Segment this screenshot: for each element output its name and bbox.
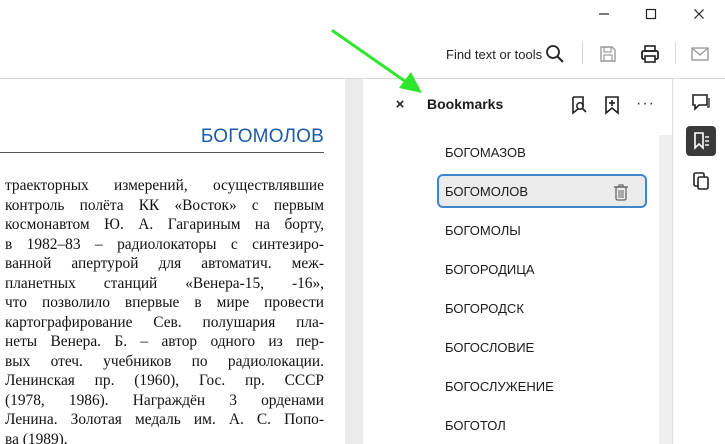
right-rail	[672, 79, 725, 444]
find-text-button[interactable]: Find text or tools	[446, 47, 542, 62]
article-text-line: контроль полёта КК «Восток» с первым	[5, 196, 324, 214]
bookmark-label: БОГОМОЛОВ	[445, 183, 529, 199]
bookmarks-panel: × Bookmarks ··· БОГОМАЗОВ БОГОМОЛОВ БОГОМО…	[363, 79, 672, 444]
article-text-line: Ленина. Золотая медаль им. А. С. Попо-	[5, 411, 324, 428]
article-heading: БОГОМОЛОВ	[200, 126, 324, 147]
article-text-line: Ленинская пр. (1960), Гос. пр. СССР	[5, 372, 324, 389]
bookmark-item[interactable]: БОГОРОДИЦА	[437, 252, 647, 286]
bookmark-item[interactable]: БОГОМАЗОВ	[437, 135, 647, 169]
article-text-line: что позволило впервые в мире провести	[5, 294, 324, 311]
article-text-line: ва (1989).	[5, 430, 68, 444]
maximize-button[interactable]	[628, 0, 674, 28]
article-text-line: картографирование Сев. полушария пла-	[5, 313, 324, 331]
bookmark-item[interactable]: БОГОСЛУЖЕНИЕ	[437, 369, 647, 403]
more-options-button[interactable]: ···	[636, 95, 655, 113]
article-text-line: планетных станций «Венера-15, -16»,	[5, 274, 324, 292]
bookmark-label: БОГОРОДИЦА	[445, 261, 535, 277]
bookmark-label: БОГОМОЛЫ	[445, 222, 521, 238]
print-icon[interactable]	[640, 44, 660, 64]
minimize-icon	[599, 13, 609, 15]
save-icon[interactable]	[598, 44, 618, 64]
article-text-line: (1978, 1986). Награждён 3 орденами	[5, 391, 324, 409]
bookmark-label: БОГОСЛОВИЕ	[445, 339, 535, 355]
bookmark-label: БОГОРОДСК	[445, 300, 524, 316]
title-bar	[0, 0, 725, 28]
maximize-icon	[645, 8, 657, 20]
add-bookmark-icon[interactable]	[602, 95, 622, 115]
panel-title: Bookmarks	[427, 96, 504, 112]
toolbar-separator	[675, 42, 676, 64]
toolbar: Find text or tools	[0, 28, 725, 79]
bookmarks-rail-button[interactable]	[686, 126, 716, 156]
close-icon	[694, 9, 704, 19]
delete-bookmark-icon[interactable]	[613, 183, 629, 201]
bookmark-list-scrollbar[interactable]	[659, 135, 672, 444]
article-text-line: вых отеч. учебников по радиолокации.	[5, 352, 324, 370]
document-page[interactable]: БОГОМОЛОВ траекторных измерений, осущест…	[0, 79, 345, 444]
article-text-line: в 1982–83 – радиолокаторы с синтезиро-	[5, 235, 324, 253]
article-text-line: траекторных измерений, осуществлявшие	[5, 177, 324, 194]
article-text-line: космонавтом Ю. А. Гагариным на борту,	[5, 216, 324, 233]
comment-icon	[692, 94, 710, 111]
bookmark-item[interactable]: БОГОРОДСК	[437, 291, 647, 325]
bookmark-item[interactable]: БОГОСЛОВИЕ	[437, 330, 647, 364]
bookmark-label: БОГОСЛУЖЕНИЕ	[445, 378, 554, 394]
copy-pages-icon	[693, 172, 709, 190]
bookmarks-icon	[694, 132, 709, 150]
comments-rail-button[interactable]	[686, 87, 716, 117]
bookmark-item[interactable]: БОГОМОЛЫ	[437, 213, 647, 247]
mail-icon[interactable]	[690, 44, 710, 64]
document-scrollbar[interactable]	[345, 79, 363, 444]
article-body: траекторных измерений, осуществлявшие кон…	[5, 176, 324, 444]
article-text-line: ванной апертурой для автоматич. меж-	[5, 255, 324, 272]
minimize-button[interactable]	[581, 0, 627, 28]
close-window-button[interactable]	[676, 0, 722, 28]
bookmark-search-icon[interactable]	[569, 95, 589, 115]
toolbar-separator	[582, 42, 583, 64]
bookmark-item[interactable]: БОГОМОЛОВ	[437, 174, 647, 208]
article-text-line: неты Венера. Б. – автор одного из пер-	[5, 333, 324, 350]
search-icon[interactable]	[545, 44, 565, 64]
close-panel-button[interactable]: ×	[392, 96, 408, 113]
bookmark-label: БОГОМАЗОВ	[445, 144, 526, 160]
pages-rail-button[interactable]	[686, 166, 716, 196]
heading-rule	[0, 152, 324, 153]
bookmark-item[interactable]: БОГОТОЛ	[437, 408, 647, 442]
bookmark-label: БОГОТОЛ	[445, 417, 506, 433]
